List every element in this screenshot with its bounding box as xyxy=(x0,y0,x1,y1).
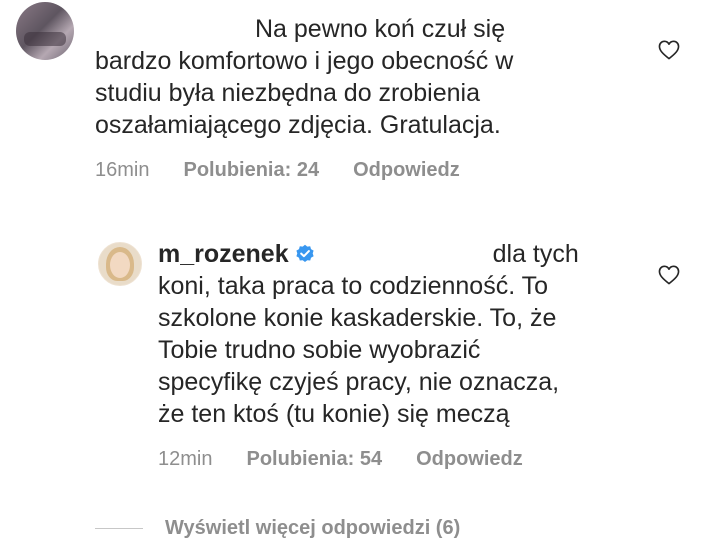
comment-line: szkolone konie kaskaderskie. To, że xyxy=(158,304,557,332)
comment-line: Na pewno koń czuł się xyxy=(255,15,506,43)
likes-count-link[interactable]: Polubienia: 24 xyxy=(183,159,319,182)
heart-outline-icon[interactable] xyxy=(658,40,680,60)
divider-line xyxy=(95,528,143,530)
comment-line: koni, taka praca to codzienność. To xyxy=(158,272,549,300)
comment-line: studiu była niezbędna do zrobienia xyxy=(95,79,480,107)
comment-time: 12min xyxy=(158,448,213,470)
comment-line: że ten ktoś (tu konie) się meczą xyxy=(158,400,510,428)
avatar[interactable] xyxy=(98,242,142,286)
reply-button[interactable]: Odpowiedz xyxy=(353,159,460,182)
comment-line: bardzo komfortowo i jego obecność w xyxy=(95,47,514,75)
comment-line: oszałamiającego zdjęcia. Gratulacja. xyxy=(95,111,501,139)
avatar-face xyxy=(110,252,130,278)
comment-meta: 16min Polubienia: 24 Odpowiedz xyxy=(95,159,460,182)
verified-badge-icon xyxy=(296,244,314,262)
username-link[interactable]: m_rozenek xyxy=(158,240,289,268)
view-more-label: Wyświetl więcej odpowiedzi (6) xyxy=(165,517,461,539)
heart-outline-icon[interactable] xyxy=(658,265,680,285)
comment-line: specyfikę czyjeś pracy, nie oznacza, xyxy=(158,368,560,396)
reply-button[interactable]: Odpowiedz xyxy=(416,448,523,471)
likes-count-link[interactable]: Polubienia: 54 xyxy=(246,448,382,471)
comment-time: 16min xyxy=(95,159,150,181)
comment-text: Na pewno koń czuł się bardzo komfortowo … xyxy=(95,13,513,141)
comment-line: dla tych xyxy=(492,240,579,268)
avatar[interactable] xyxy=(16,2,74,60)
comment-text: m_rozenek dla tych koni, taka praca to co… xyxy=(158,238,579,430)
comment-line: Tobie trudno sobie wyobrazić xyxy=(158,336,481,364)
view-more-replies-button[interactable]: Wyświetl więcej odpowiedzi (6) xyxy=(95,517,460,540)
comment-meta: 12min Polubienia: 54 Odpowiedz xyxy=(158,448,523,471)
